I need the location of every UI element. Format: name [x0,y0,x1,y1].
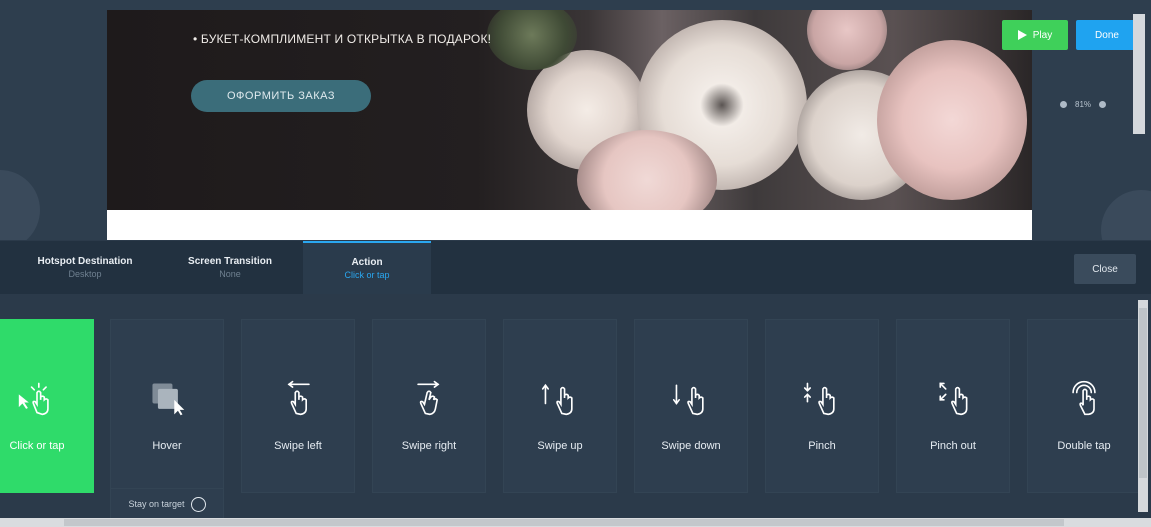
pinch-out-icon [933,378,973,418]
swipe-left-icon [278,378,318,418]
stay-on-target-label: Stay on target [128,499,185,509]
preview-white-strip [107,210,1032,240]
preview-scrollbar[interactable] [1133,14,1145,134]
tab-title: Hotspot Destination [37,256,133,267]
action-label: Double tap [1057,440,1111,452]
zoom-control: 81% [1060,100,1107,109]
tab-screen-transition[interactable]: Screen Transition None [170,241,290,294]
close-button[interactable]: Close [1074,254,1136,284]
double-tap-icon [1064,378,1104,418]
tab-title: Screen Transition [188,256,272,267]
action-label: Swipe right [401,440,457,452]
action-label: Hover [152,440,182,452]
action-label: Swipe left [274,440,322,452]
click-tap-icon [17,378,57,418]
action-card-swipe-left[interactable]: Swipe left [241,319,355,493]
action-label: Pinch [808,440,836,452]
promo-text: • БУКЕТ-КОМПЛИМЕНТ И ОТКРЫТКА В ПОДАРОК! [193,32,492,46]
order-button[interactable]: ОФОРМИТЬ ЗАКАЗ [191,80,371,112]
action-card-swipe-down[interactable]: Swipe down [634,319,748,493]
swipe-down-icon [671,378,711,418]
tab-title: Action [351,257,383,268]
screen-preview[interactable]: • БУКЕТ-КОМПЛИМЕНТ И ОТКРЫТКА В ПОДАРОК!… [107,10,1032,240]
action-card-double-tap[interactable]: Double tap [1027,319,1141,493]
canvas-decoration [1101,190,1151,240]
swipe-up-icon [540,378,580,418]
action-label: Pinch out [930,440,976,452]
zoom-level: 81% [1075,100,1092,109]
stay-on-target-option[interactable]: Stay on target [110,488,224,520]
action-label: Swipe down [661,440,721,452]
play-button[interactable]: Play [1002,20,1068,50]
action-card-swipe-up[interactable]: Swipe up [503,319,617,493]
tab-subtitle: None [219,269,241,279]
zoom-in-icon[interactable] [1099,101,1107,108]
action-label: Click or tap [9,440,65,452]
scrollbar-thumb[interactable] [1139,308,1147,478]
action-label: Swipe up [537,440,583,452]
play-icon [1017,30,1027,40]
zoom-out-icon[interactable] [1060,101,1067,108]
actions-horizontal-scrollbar[interactable] [0,518,1151,527]
swipe-right-icon [409,378,449,418]
done-button[interactable]: Done [1076,20,1138,50]
action-card-pinch[interactable]: Pinch [765,319,879,493]
actions-vertical-scrollbar[interactable] [1138,300,1148,512]
hover-icon [147,378,187,418]
play-label: Play [1032,29,1053,41]
canvas-decoration [0,170,40,240]
action-card-swipe-right[interactable]: Swipe right [372,319,486,493]
canvas-area: • БУКЕТ-КОМПЛИМЕНТ И ОТКРЫТКА В ПОДАРОК!… [0,0,1151,240]
tab-subtitle: Click or tap [344,270,390,280]
action-card-hover[interactable]: Hover [110,319,224,493]
tab-subtitle: Desktop [68,269,102,279]
scrollbar-thumb[interactable] [64,519,1064,526]
action-card-click-or-tap[interactable]: Click or tap [0,319,94,493]
pinch-icon [802,378,842,418]
tab-hotspot-destination[interactable]: Hotspot Destination Desktop [20,241,150,294]
action-card-pinch-out[interactable]: Pinch out [896,319,1010,493]
interaction-tabs: Hotspot Destination Desktop Screen Trans… [0,241,1151,294]
stay-on-target-toggle[interactable] [190,496,206,512]
tab-action[interactable]: Action Click or tap [303,241,431,294]
